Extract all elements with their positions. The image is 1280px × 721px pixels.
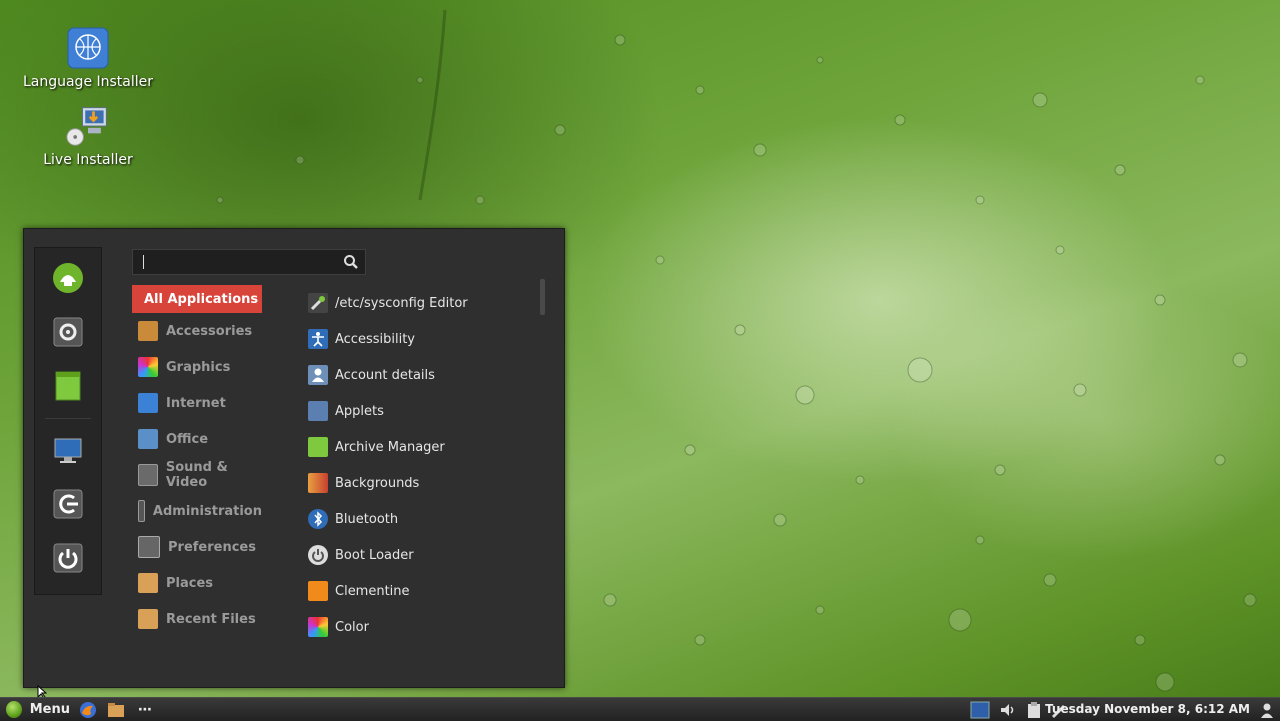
category-label: Accessories (166, 323, 253, 339)
installer-icon (66, 104, 110, 148)
more-icon[interactable]: ⋯ (135, 700, 155, 719)
category-administration[interactable]: Administration (132, 497, 262, 525)
mint-logo-icon (6, 701, 22, 718)
search-box[interactable] (132, 249, 366, 275)
files-launcher-icon[interactable] (106, 700, 126, 719)
folder-icon (138, 573, 158, 593)
application-menu: All Applications Accessories Graphics In… (23, 228, 565, 688)
app-label: Bluetooth (335, 511, 399, 527)
mintinstall-icon[interactable] (52, 262, 84, 294)
search-caret (143, 255, 144, 269)
search-icon (343, 254, 359, 274)
desktop-icon-live-installer[interactable]: Live Installer (13, 104, 163, 168)
search-input[interactable] (145, 252, 339, 272)
app-label: /etc/sysconfig Editor (335, 295, 468, 311)
accessibility-icon (308, 329, 328, 349)
apps-scrollbar[interactable] (540, 279, 545, 315)
app-label: Account details (335, 367, 435, 383)
category-label: All Applications (144, 291, 259, 307)
app-label: Backgrounds (335, 475, 420, 491)
graphics-icon (138, 357, 158, 377)
system-settings-icon[interactable] (52, 316, 84, 348)
app-account-details[interactable]: Account details (308, 361, 435, 389)
color-icon (308, 617, 328, 637)
app-label: Applets (335, 403, 384, 419)
bluetooth-icon (308, 509, 328, 529)
category-label: Administration (152, 503, 262, 519)
clementine-icon (308, 581, 328, 601)
app-applets[interactable]: Applets (308, 397, 384, 425)
category-label: Sound & Video (165, 460, 228, 490)
firefox-launcher-icon[interactable] (78, 700, 98, 719)
desktop-icon-label: Live Installer (43, 152, 133, 168)
power-icon[interactable] (52, 542, 84, 574)
app-sysconfig-editor[interactable]: /etc/sysconfig Editor (308, 289, 468, 317)
logout-icon[interactable] (52, 488, 84, 520)
office-icon (138, 429, 158, 449)
category-label: Office (166, 431, 209, 447)
app-accessibility[interactable]: Accessibility (308, 325, 415, 353)
internet-icon (138, 393, 158, 413)
app-boot-loader[interactable]: Boot Loader (308, 541, 414, 569)
applets-icon (308, 401, 328, 421)
app-archive-manager[interactable]: Archive Manager (308, 433, 445, 461)
clock[interactable]: Tuesday November 8, 6:12 AM (1045, 698, 1250, 721)
clipboard-icon[interactable] (1024, 700, 1044, 719)
display-icon[interactable] (52, 434, 84, 466)
taskbar: Menu ⋯ Tuesday November 8, 6:12 AM (0, 697, 1280, 721)
menu-button[interactable]: Menu (2, 698, 70, 721)
preferences-icon (138, 536, 160, 558)
app-label: Clementine (335, 583, 410, 599)
category-label: Graphics (166, 359, 231, 375)
desktop-icon-label: Language Installer (22, 74, 154, 90)
category-recent-files[interactable]: Recent Files (132, 605, 262, 633)
recent-files-icon (138, 609, 158, 629)
workspace-switcher-icon[interactable] (970, 700, 990, 719)
category-accessories[interactable]: Accessories (132, 317, 262, 345)
notepad-icon[interactable] (52, 370, 84, 402)
category-graphics[interactable]: Graphics (132, 353, 262, 381)
app-label: Accessibility (335, 331, 415, 347)
category-office[interactable]: Office (132, 425, 262, 453)
category-places[interactable]: Places (132, 569, 262, 597)
app-label: Color (335, 619, 369, 635)
menu-button-label: Menu (29, 702, 70, 717)
archive-icon (308, 437, 328, 457)
wrench-icon (308, 293, 328, 313)
user-icon[interactable] (1257, 700, 1277, 719)
app-backgrounds[interactable]: Backgrounds (308, 469, 419, 497)
category-sound-video[interactable]: Sound & Video (132, 460, 262, 490)
administration-icon (138, 500, 145, 522)
category-internet[interactable]: Internet (132, 389, 262, 417)
category-preferences[interactable]: Preferences (132, 533, 262, 561)
sound-video-icon (138, 464, 158, 486)
favorites-bar (34, 247, 102, 595)
app-clementine[interactable]: Clementine (308, 577, 410, 605)
volume-icon[interactable] (998, 700, 1018, 719)
app-color[interactable]: Color (308, 613, 369, 641)
accessories-icon (138, 321, 158, 341)
category-label: Preferences (168, 539, 256, 555)
category-label: Internet (166, 395, 226, 411)
user-icon (308, 365, 328, 385)
boot-loader-icon (308, 545, 328, 565)
favorites-separator (45, 418, 91, 419)
backgrounds-icon (308, 473, 328, 493)
app-label: Archive Manager (335, 439, 445, 455)
category-label: Places (166, 575, 214, 591)
desktop-icon-language-installer[interactable]: Language Installer (13, 26, 163, 90)
app-label: Boot Loader (335, 547, 414, 563)
un-globe-icon (66, 26, 110, 70)
category-label: Recent Files (166, 611, 256, 627)
app-bluetooth[interactable]: Bluetooth (308, 505, 398, 533)
category-all-applications[interactable]: All Applications (132, 285, 262, 313)
